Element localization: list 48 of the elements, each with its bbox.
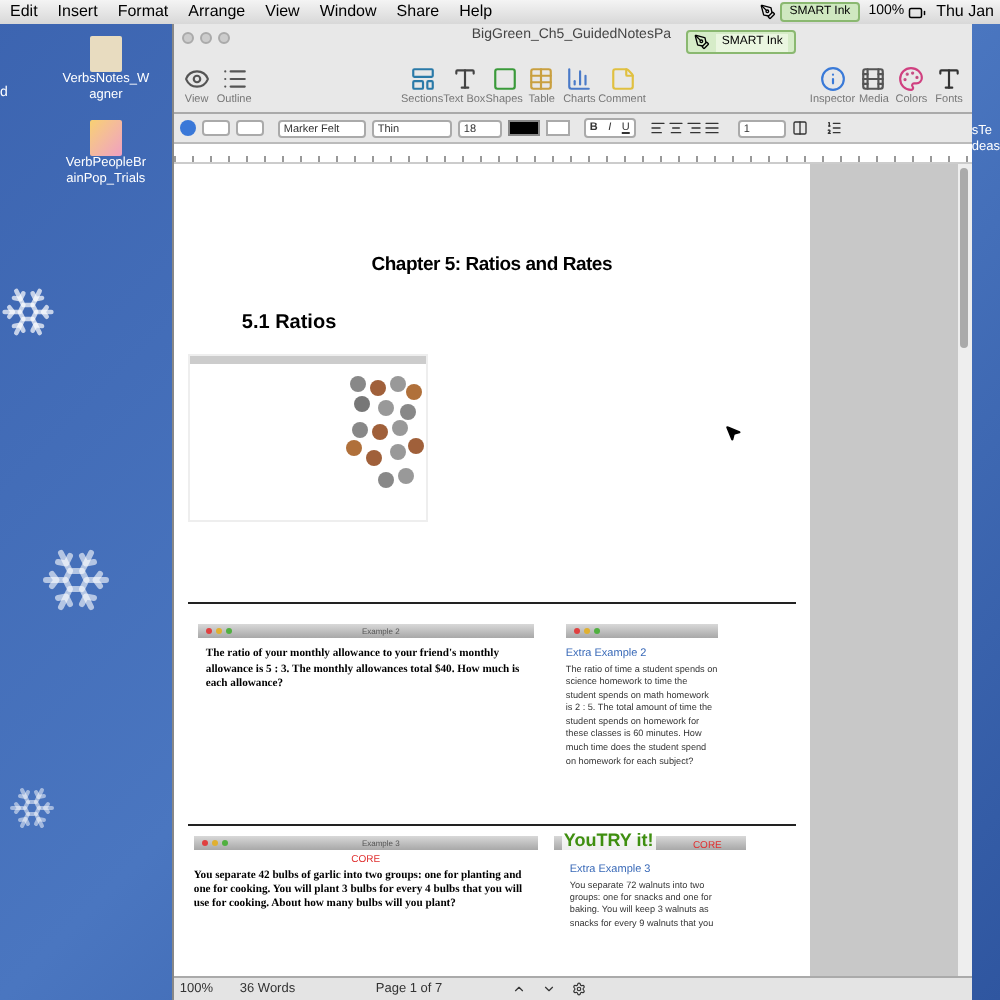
highlight-well[interactable] <box>545 120 570 136</box>
menu-item[interactable]: Edit <box>0 0 48 24</box>
previous-page-icon <box>511 982 526 996</box>
battery-icon[interactable] <box>908 3 927 21</box>
menu-item[interactable]: Window <box>309 0 387 24</box>
info-icon <box>819 65 846 92</box>
menu-item[interactable]: Insert <box>47 0 108 24</box>
clock[interactable]: Thu Jan <box>930 0 1000 24</box>
film-icon <box>860 65 887 92</box>
note-icon <box>609 65 635 92</box>
text-icon <box>451 65 478 92</box>
layout-icon <box>409 65 436 92</box>
section-heading: 5.1 Ratios <box>241 310 339 339</box>
text-color-well[interactable] <box>507 120 540 136</box>
menu-item[interactable]: Help <box>449 0 503 24</box>
align-left-icon <box>649 120 666 136</box>
you-try-it-title: YouTRY it! <box>561 830 656 851</box>
pen-icon <box>693 34 710 50</box>
pen-icon[interactable] <box>759 4 776 20</box>
eye-icon <box>183 65 210 92</box>
bar-chart-icon <box>566 65 593 92</box>
snowflake-icon <box>40 544 112 616</box>
table-icon <box>528 65 555 92</box>
list-icon <box>825 120 842 136</box>
menu-item[interactable]: Format <box>107 0 179 24</box>
list-icon <box>221 65 248 92</box>
document-file-icon[interactable] <box>89 36 122 72</box>
chapter-heading: Chapter 5: Ratios and Rates <box>369 252 615 280</box>
align-center-icon <box>667 120 684 136</box>
palette-icon <box>898 65 925 92</box>
menu-item[interactable]: Arrange <box>178 0 256 24</box>
scroll-thumb[interactable] <box>960 168 969 348</box>
columns-icon <box>791 120 808 136</box>
document-file-icon[interactable] <box>89 120 122 156</box>
character-style-popup[interactable] <box>235 120 264 136</box>
snowflake-icon <box>0 284 56 340</box>
letter-icon <box>936 65 963 92</box>
paragraph-style-popup[interactable] <box>201 120 230 136</box>
snowflake-icon <box>8 784 56 832</box>
mouse-cursor-icon <box>723 424 742 442</box>
align-right-icon <box>685 120 702 136</box>
menu-item[interactable]: Share <box>386 0 450 24</box>
style-icon[interactable] <box>179 120 196 136</box>
square-icon <box>491 65 518 92</box>
menu-item[interactable]: View <box>255 0 310 24</box>
settings-icon <box>571 982 586 996</box>
next-page-icon <box>541 982 556 996</box>
justify-icon <box>703 120 720 136</box>
